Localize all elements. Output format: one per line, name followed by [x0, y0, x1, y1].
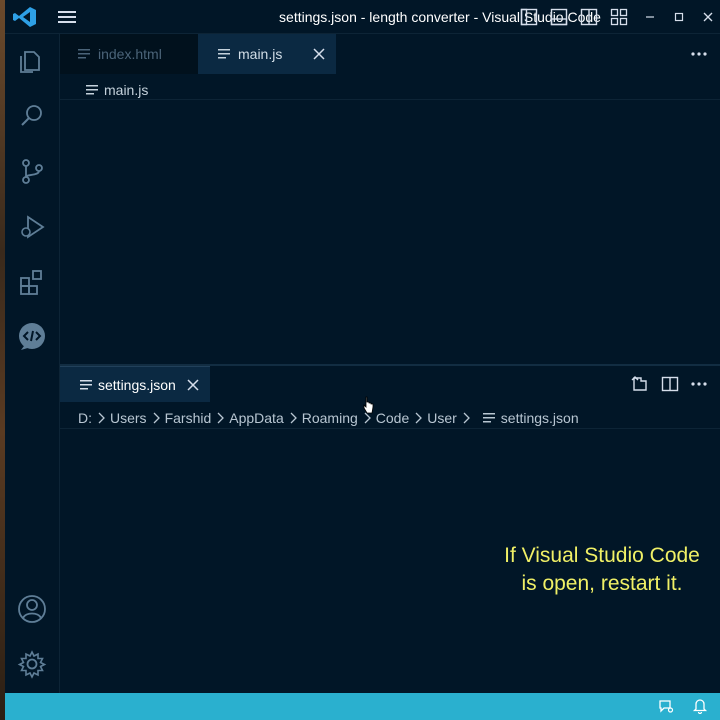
chevron-right-icon: [153, 412, 160, 424]
chevron-right-icon: [98, 412, 105, 424]
breadcrumb: D: Users Farshid AppData Roaming Code Us…: [78, 408, 579, 428]
file-lines-icon: [218, 49, 230, 59]
editor-group-top: index.html main.js main.js: [60, 34, 720, 364]
tab-label: main.js: [238, 46, 283, 62]
search-icon[interactable]: [17, 101, 47, 131]
video-caption: If Visual Studio Code is open, restart i…: [492, 542, 712, 598]
breadcrumb-item[interactable]: settings.json: [501, 410, 579, 426]
feedback-icon[interactable]: [658, 698, 674, 714]
minimize-icon[interactable]: [642, 9, 658, 25]
breadcrumb-item[interactable]: User: [427, 410, 457, 426]
accounts-icon[interactable]: [17, 594, 47, 624]
customize-layout-icon[interactable]: [610, 8, 628, 26]
toggle-secondary-sidebar-icon[interactable]: [580, 8, 598, 26]
chevron-right-icon: [415, 412, 423, 424]
breadcrumb-item[interactable]: D:: [78, 410, 92, 426]
source-control-icon[interactable]: [17, 156, 47, 186]
more-actions-icon[interactable]: [690, 46, 708, 62]
breadcrumb-item[interactable]: main.js: [104, 82, 148, 98]
breadcrumb-item[interactable]: AppData: [229, 410, 283, 426]
live-preview-icon[interactable]: [17, 322, 47, 352]
maximize-icon[interactable]: [671, 9, 687, 25]
explorer-icon[interactable]: [17, 46, 47, 76]
close-tab-icon[interactable]: [312, 47, 326, 61]
toggle-panel-icon[interactable]: [550, 8, 568, 26]
notifications-bell-icon[interactable]: [692, 698, 708, 714]
editor-group-bottom: settings.json D: Users Farshid AppData R…: [60, 366, 720, 693]
extensions-icon[interactable]: [17, 267, 47, 297]
more-actions-icon[interactable]: [690, 375, 708, 393]
file-lines-icon: [86, 85, 98, 95]
run-debug-icon[interactable]: [17, 212, 47, 242]
open-settings-ui-icon[interactable]: [631, 375, 649, 393]
manage-gear-icon[interactable]: [17, 649, 47, 679]
breadcrumb-item[interactable]: Farshid: [165, 410, 212, 426]
breadcrumb[interactable]: main.js: [86, 80, 148, 100]
tab-label: index.html: [98, 46, 162, 62]
file-lines-icon: [482, 413, 495, 423]
file-lines-icon: [78, 49, 90, 59]
caption-line: If Visual Studio Code: [504, 544, 700, 567]
file-lines-icon: [80, 379, 92, 389]
close-window-icon[interactable]: [700, 9, 716, 25]
chevron-right-icon: [290, 412, 297, 424]
breadcrumb-item[interactable]: Users: [110, 410, 147, 426]
caption-line: is open, restart it.: [521, 572, 683, 595]
chevron-right-icon: [463, 412, 470, 424]
tab-bar: index.html main.js: [60, 34, 720, 74]
close-tab-icon[interactable]: [186, 378, 200, 392]
title-bar: settings.json - length converter - Visua…: [5, 0, 720, 34]
tab-settings-json[interactable]: settings.json: [60, 366, 210, 402]
divider: [60, 99, 720, 100]
chevron-right-icon: [217, 412, 225, 424]
split-editor-icon[interactable]: [661, 375, 679, 393]
tab-index-html[interactable]: index.html: [60, 34, 198, 74]
divider: [60, 428, 720, 429]
mouse-pointer-icon: [362, 396, 374, 414]
breadcrumb-item[interactable]: Roaming: [302, 410, 358, 426]
activity-bar: [5, 34, 60, 693]
breadcrumb-item[interactable]: Code: [376, 410, 409, 426]
tab-label: settings.json: [98, 376, 176, 393]
toggle-primary-sidebar-icon[interactable]: [520, 8, 538, 26]
status-bar: [5, 693, 720, 720]
tab-main-js[interactable]: main.js: [198, 34, 336, 74]
